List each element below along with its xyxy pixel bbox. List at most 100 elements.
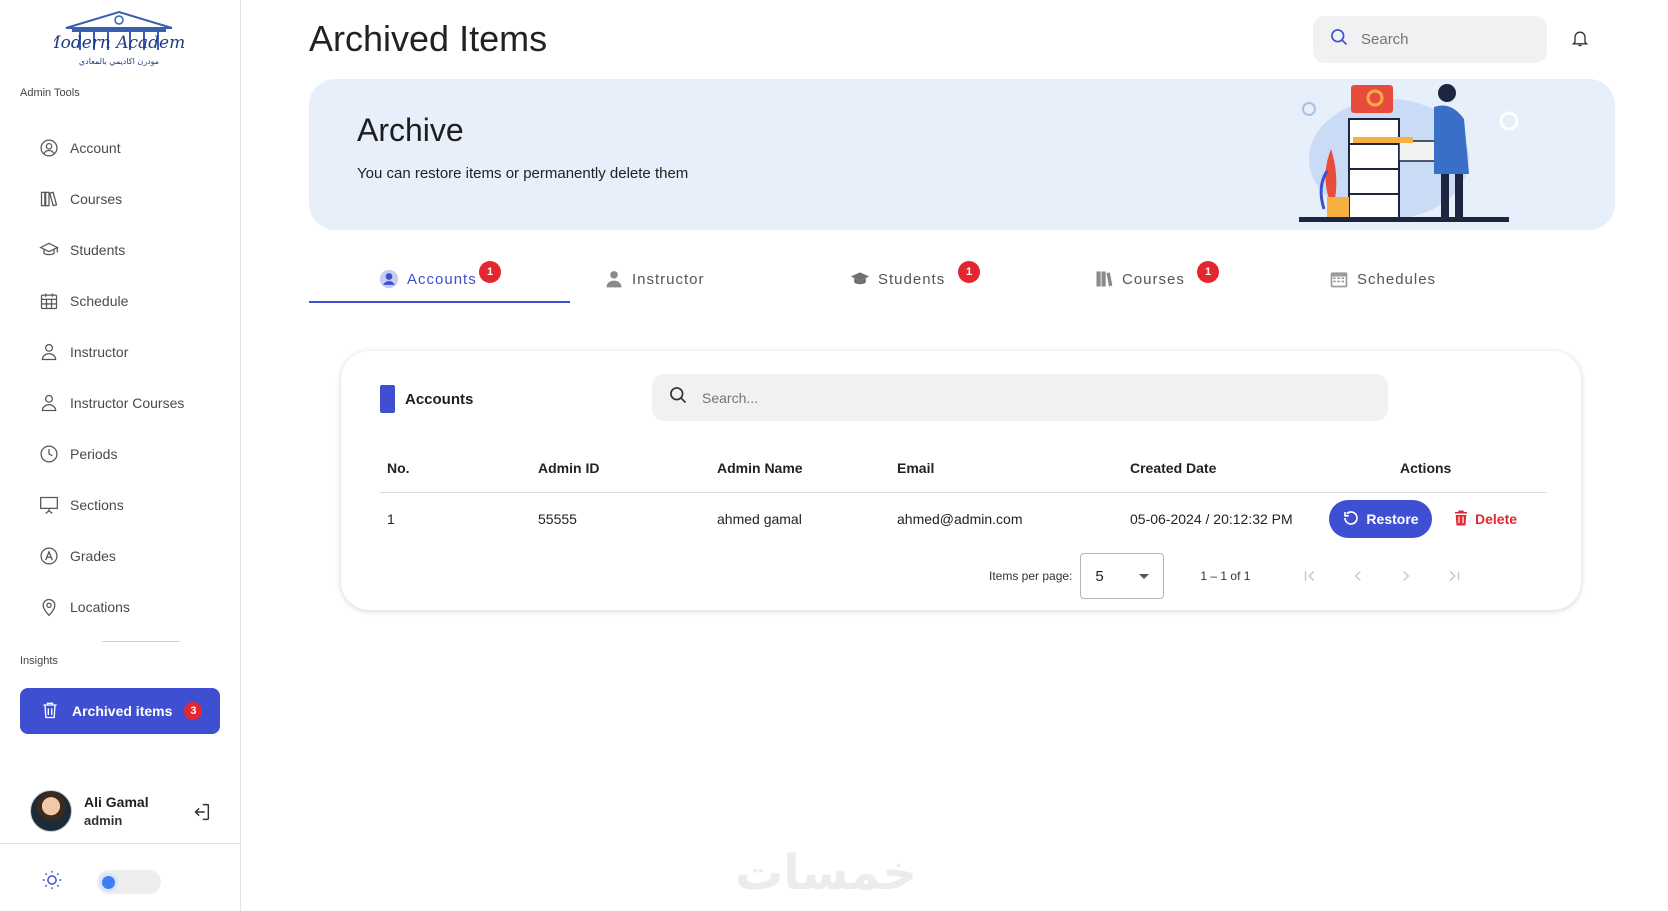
delete-button[interactable]: Delete — [1452, 500, 1517, 538]
sun-icon — [41, 869, 63, 891]
tab-courses[interactable]: Courses 1 — [1094, 255, 1219, 303]
modern-academy-logo: Modern Academy مودرن اكاديمي بالمعادي — [42, 6, 195, 70]
sidebar-item-label: Account — [70, 140, 121, 156]
page-size-select[interactable]: 5 — [1080, 553, 1165, 599]
sidebar: Modern Academy مودرن اكاديمي بالمعادي Ad… — [0, 0, 241, 911]
tab-label: Schedules — [1357, 270, 1437, 288]
cell-admin-name: ahmed gamal — [717, 511, 802, 527]
user-profile: Ali Gamal admin — [30, 790, 149, 832]
tab-students[interactable]: Students 1 — [850, 255, 980, 303]
graduation-cap-icon — [850, 272, 870, 285]
sidebar-item-label: Sections — [70, 497, 124, 513]
sidebar-item-instructor-courses[interactable]: Instructor Courses — [38, 385, 228, 421]
grade-a-icon — [38, 545, 60, 567]
card-search-bar[interactable] — [652, 374, 1388, 421]
calendar-icon — [38, 290, 60, 312]
column-header: Admin Name — [717, 459, 803, 476]
card-search-input[interactable] — [702, 389, 1302, 406]
next-page-button[interactable] — [1382, 556, 1430, 596]
cell-email: ahmed@admin.com — [897, 511, 1023, 527]
location-pin-icon — [38, 596, 60, 618]
insights-label: Insights — [20, 655, 58, 667]
last-page-button[interactable] — [1430, 556, 1478, 596]
banner-subtitle: You can restore items or permanently del… — [357, 165, 689, 182]
top-search-input[interactable] — [1361, 31, 1521, 48]
tab-badge: 1 — [1197, 261, 1219, 283]
graduation-cap-icon — [38, 239, 60, 261]
tab-label: Courses — [1122, 270, 1185, 288]
tab-schedules[interactable]: Schedules — [1329, 255, 1436, 303]
table-header: No. Admin ID Admin Name Email Created Da… — [380, 443, 1547, 493]
tab-label: Instructor — [632, 270, 705, 288]
sidebar-item-label: Locations — [70, 599, 130, 615]
sidebar-item-label: Grades — [70, 548, 116, 564]
tab-accounts[interactable]: Accounts 1 — [379, 255, 501, 303]
sidebar-item-account[interactable]: Account — [38, 130, 228, 166]
items-per-page-label: Items per page: — [989, 569, 1073, 583]
archive-illustration — [1299, 84, 1519, 222]
last-page-icon — [1450, 570, 1460, 582]
tab-label: Students — [878, 270, 946, 288]
presentation-icon — [38, 494, 60, 516]
sidebar-item-sections[interactable]: Sections — [38, 487, 228, 523]
card-title: Accounts — [380, 385, 473, 413]
first-page-icon — [1305, 570, 1315, 582]
sidebar-item-schedule[interactable]: Schedule — [38, 283, 228, 319]
page-title: Archived Items — [309, 18, 548, 59]
banner-title: Archive — [357, 112, 464, 148]
sidebar-item-locations[interactable]: Locations — [38, 589, 228, 625]
user-avatar-icon — [379, 269, 399, 289]
clock-icon — [38, 443, 60, 465]
trash-icon — [40, 700, 60, 723]
calendar-icon — [1330, 272, 1348, 288]
archive-banner: Archive You can restore items or permane… — [309, 79, 1615, 230]
sidebar-item-instructor[interactable]: Instructor — [38, 334, 228, 370]
person-icon — [38, 341, 60, 363]
archived-count-badge: 3 — [184, 702, 203, 720]
sidebar-item-label: Instructor Courses — [70, 395, 185, 411]
avatar — [30, 790, 72, 832]
table-row: 1 55555 ahmed gamal ahmed@admin.com 05-0… — [380, 493, 1547, 545]
sidebar-footer-divider — [0, 843, 241, 844]
archive-tabs: Accounts 1 Instructor Students 1 Courses… — [309, 255, 1615, 305]
page-range: 1 – 1 of 1 — [1200, 569, 1251, 583]
svg-text:مودرن اكاديمي بالمعادي: مودرن اكاديمي بالمعادي — [79, 57, 159, 66]
sidebar-item-label: Periods — [70, 446, 118, 462]
user-circle-icon — [38, 137, 60, 159]
cell-created-date: 05-06-2024 / 20:12:32 PM — [1130, 511, 1293, 527]
sidebar-item-students[interactable]: Students — [38, 232, 228, 268]
toggle-knob — [102, 876, 115, 889]
tab-badge: 1 — [958, 261, 980, 283]
chevron-right-icon — [1403, 570, 1410, 582]
logout-icon[interactable] — [190, 801, 212, 823]
person-icon — [38, 392, 60, 414]
card-title-text: Accounts — [405, 390, 474, 408]
sidebar-item-archived-items[interactable]: Archived items 3 — [20, 688, 220, 734]
restore-button[interactable]: Restore — [1329, 500, 1432, 538]
tab-label: Accounts — [407, 270, 477, 288]
search-icon — [668, 385, 688, 410]
cell-no: 1 — [387, 511, 395, 527]
sidebar-item-label: Courses — [70, 191, 123, 207]
tab-instructor[interactable]: Instructor — [604, 255, 705, 303]
first-page-button[interactable] — [1286, 556, 1334, 596]
user-role: admin — [84, 813, 123, 828]
bell-icon[interactable] — [1570, 28, 1592, 50]
archived-items-label: Archived items — [72, 703, 173, 719]
restore-icon — [1342, 509, 1360, 530]
user-name: Ali Gamal — [84, 794, 149, 810]
sidebar-divider — [102, 641, 180, 642]
active-tab-indicator — [309, 301, 570, 303]
cell-admin-id: 55555 — [538, 511, 577, 527]
top-search-bar[interactable] — [1313, 16, 1547, 63]
sidebar-item-grades[interactable]: Grades — [38, 538, 228, 574]
sidebar-item-periods[interactable]: Periods — [38, 436, 228, 472]
chevron-down-icon — [1139, 573, 1150, 579]
sidebar-item-courses[interactable]: Courses — [38, 181, 228, 217]
previous-page-button[interactable] — [1334, 556, 1382, 596]
restore-label: Restore — [1366, 511, 1419, 527]
books-icon — [38, 188, 60, 210]
theme-toggle[interactable] — [97, 870, 161, 894]
sidebar-item-label: Instructor — [70, 344, 129, 360]
paginator: Items per page: 5 1 – 1 of 1 — [989, 553, 1478, 599]
